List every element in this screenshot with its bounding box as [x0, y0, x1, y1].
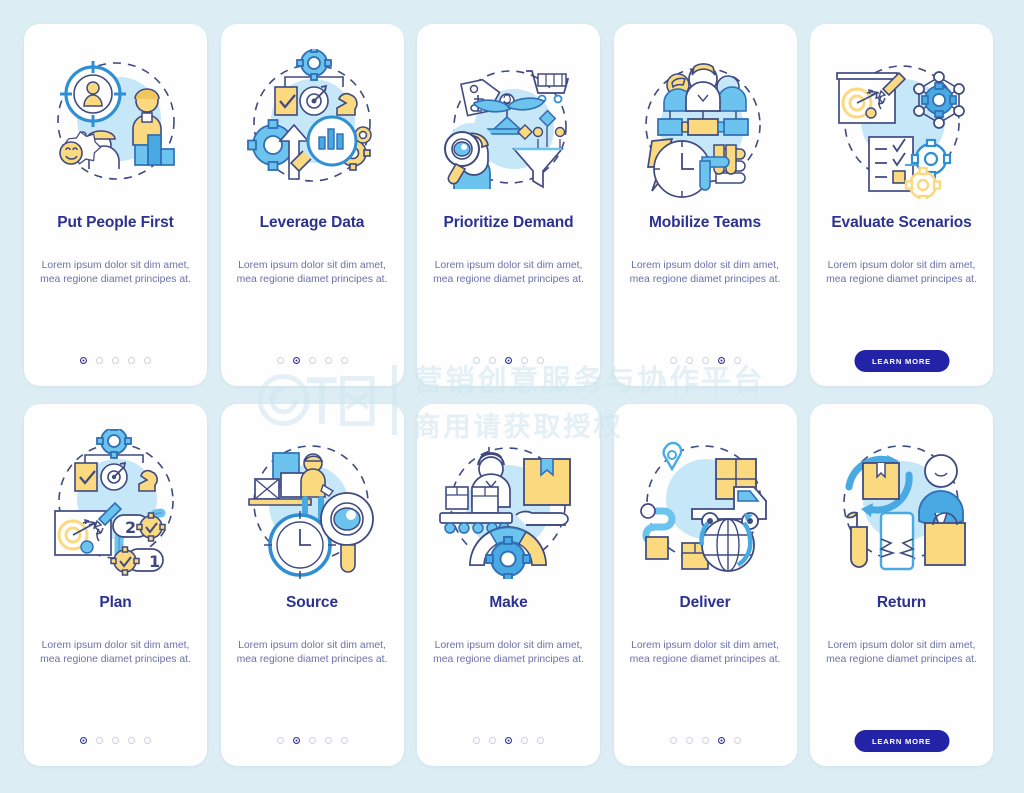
- card-body-text: Lorem ipsum dolor sit dim amet, mea regi…: [236, 639, 388, 666]
- pagination-dot[interactable]: [685, 737, 693, 744]
- pagination-dots[interactable]: [417, 737, 600, 744]
- pagination-dot[interactable]: [669, 737, 677, 744]
- scales-funnel-icon: [429, 40, 589, 208]
- pagination-dot[interactable]: [489, 357, 496, 364]
- onboarding-card-source[interactable]: Source Lorem ipsum dolor sit dim amet, m…: [220, 404, 404, 766]
- card-title: Deliver: [679, 594, 731, 611]
- card-body-text: Lorem ipsum dolor sit dim amet, mea regi…: [40, 259, 191, 286]
- card-body-text: Lorem ipsum dolor sit dim amet, mea regi…: [40, 639, 191, 666]
- card-title: Put People First: [57, 214, 174, 231]
- pagination-dot[interactable]: [505, 357, 512, 364]
- pagination-dot[interactable]: [324, 737, 332, 744]
- pagination-dot[interactable]: [292, 357, 300, 364]
- pagination-dot[interactable]: [717, 737, 725, 744]
- onboarding-card-put-people-first[interactable]: Put People First Lorem ipsum dolor sit d…: [24, 24, 207, 386]
- pagination-dot[interactable]: [473, 357, 480, 364]
- onboarding-card-deliver[interactable]: Deliver Lorem ipsum dolor sit dim amet, …: [613, 404, 797, 766]
- gears-chart-icon: [232, 40, 392, 208]
- pagination-dot[interactable]: [340, 357, 348, 364]
- pagination-dot[interactable]: [292, 737, 300, 744]
- pagination-dot[interactable]: [324, 357, 332, 364]
- pagination-dot[interactable]: [701, 357, 709, 364]
- card-body-text: Lorem ipsum dolor sit dim amet, mea regi…: [826, 259, 977, 286]
- pagination-dot[interactable]: [537, 357, 544, 364]
- pagination-dot[interactable]: [128, 357, 135, 364]
- pagination-dot[interactable]: [96, 357, 103, 364]
- svg-text:2: 2: [125, 518, 136, 537]
- pagination-dot[interactable]: [80, 737, 87, 744]
- pagination-dot[interactable]: [112, 737, 119, 744]
- pagination-dot[interactable]: [96, 737, 103, 744]
- card-row-1: Put People First Lorem ipsum dolor sit d…: [24, 24, 1000, 386]
- pagination-dot[interactable]: [473, 737, 480, 744]
- pagination-dot[interactable]: [80, 357, 87, 364]
- card-title: Prioritize Demand: [443, 214, 574, 231]
- card-body-text: Lorem ipsum dolor sit dim amet, mea regi…: [433, 259, 584, 286]
- onboarding-screens-canvas: 营销创意服务与协作平台 商用请获取授权 Put People First Lor…: [0, 0, 1024, 793]
- people-target-icon: [36, 40, 196, 208]
- learn-more-button[interactable]: LEARN MORE: [854, 350, 949, 372]
- pagination-dots[interactable]: [614, 737, 797, 744]
- pagination-dot[interactable]: [701, 737, 709, 744]
- card-title: Mobilize Teams: [648, 214, 761, 231]
- pagination-dots[interactable]: [417, 357, 600, 364]
- pagination-dot[interactable]: [340, 737, 348, 744]
- svg-text:1: 1: [149, 552, 160, 571]
- pagination-dot[interactable]: [276, 737, 284, 744]
- pagination-dots[interactable]: [614, 357, 797, 364]
- onboarding-card-prioritize-demand[interactable]: Prioritize Demand Lorem ipsum dolor sit …: [417, 24, 600, 386]
- card-title: Evaluate Scenarios: [831, 214, 972, 231]
- pagination-dot[interactable]: [308, 737, 316, 744]
- pagination-dot[interactable]: [308, 357, 316, 364]
- onboarding-card-mobilize-teams[interactable]: Mobilize Teams Lorem ipsum dolor sit dim…: [613, 24, 797, 386]
- pagination-dot[interactable]: [276, 357, 284, 364]
- pagination-dots[interactable]: [221, 737, 404, 744]
- card-row-2: 2 1 Plan Lorem ipsum dolor sit dim amet,…: [24, 404, 1000, 766]
- card-title: Source: [286, 594, 338, 611]
- pagination-dot[interactable]: [144, 357, 151, 364]
- card-title: Leverage Data: [259, 214, 365, 231]
- card-body-text: Lorem ipsum dolor sit dim amet, mea regi…: [826, 639, 977, 666]
- pagination-dot[interactable]: [521, 737, 528, 744]
- card-body-text: Lorem ipsum dolor sit dim amet, mea regi…: [629, 639, 781, 666]
- card-title: Plan: [99, 594, 132, 611]
- pagination-dot[interactable]: [537, 737, 544, 744]
- pagination-dot[interactable]: [144, 737, 151, 744]
- pagination-dot[interactable]: [128, 737, 135, 744]
- pagination-dot[interactable]: [733, 357, 741, 364]
- pagination-dot[interactable]: [112, 357, 119, 364]
- pagination-dot[interactable]: [717, 357, 725, 364]
- board-network-gears-icon: [822, 40, 982, 208]
- pagination-dots[interactable]: [24, 357, 207, 364]
- pagination-dot[interactable]: [505, 737, 512, 744]
- pagination-dot[interactable]: [521, 357, 528, 364]
- onboarding-card-make[interactable]: Make Lorem ipsum dolor sit dim amet, mea…: [417, 404, 600, 766]
- source-clock-magnifier-icon: [232, 420, 392, 588]
- pagination-dots[interactable]: [24, 737, 207, 744]
- learn-more-button[interactable]: LEARN MORE: [854, 730, 949, 752]
- onboarding-card-evaluate-scenarios[interactable]: Evaluate Scenarios Lorem ipsum dolor sit…: [810, 24, 993, 386]
- card-body-text: Lorem ipsum dolor sit dim amet, mea regi…: [629, 259, 781, 286]
- card-title: Return: [876, 594, 927, 611]
- cards-grid: Put People First Lorem ipsum dolor sit d…: [24, 24, 1000, 766]
- conveyor-gauge-icon: [429, 420, 589, 588]
- pagination-dot[interactable]: [669, 357, 677, 364]
- team-hands-clock-icon: [625, 40, 785, 208]
- plan-strategy-icon: 2 1: [36, 420, 196, 588]
- onboarding-card-plan[interactable]: 2 1 Plan Lorem ipsum dolor sit dim amet,…: [24, 404, 207, 766]
- onboarding-card-leverage-data[interactable]: Leverage Data Lorem ipsum dolor sit dim …: [220, 24, 404, 386]
- card-body-text: Lorem ipsum dolor sit dim amet, mea regi…: [236, 259, 388, 286]
- onboarding-card-return[interactable]: Return Lorem ipsum dolor sit dim amet, m…: [810, 404, 993, 766]
- truck-globe-icon: [625, 420, 785, 588]
- pagination-dot[interactable]: [733, 737, 741, 744]
- pagination-dots[interactable]: [221, 357, 404, 364]
- card-title: Make: [489, 594, 528, 611]
- return-arrows-icon: [822, 420, 982, 588]
- card-body-text: Lorem ipsum dolor sit dim amet, mea regi…: [433, 639, 584, 666]
- pagination-dot[interactable]: [489, 737, 496, 744]
- pagination-dot[interactable]: [685, 357, 693, 364]
